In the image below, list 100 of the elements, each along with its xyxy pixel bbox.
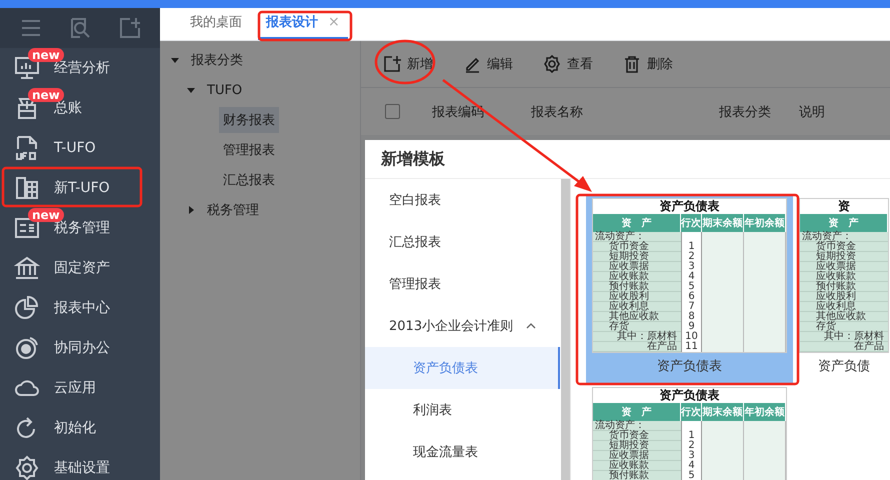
sheet-cell: 流动资产： [800,232,888,242]
template-caption: 资产负债 [818,358,870,376]
sheet-cell: 1 [681,242,702,252]
sidebar-item[interactable]: 固定资产 [0,248,160,288]
toolbar-button[interactable]: 删除 [617,51,679,77]
sheet-cell: 4 [681,461,702,471]
template-card[interactable]: 资产负债表 资 产 行次期末余额 年初余额 流动资产： 货币资金 1 短期投资 2 应收票据 3 应收账款 4 预付账款 5 应收股利 6 应收利息 7 其他应收款 8 存货 9 其中：原材料 10 在产品 11 资产负债表 [586,195,793,384]
orbit-icon [14,335,40,361]
sidebar-item[interactable]: 新T-UFO [0,168,160,208]
sheet-cell [702,232,744,242]
sheet-cell: 存货 [593,322,681,332]
sheet-cell: 预付账款 [800,282,888,292]
add-icon [383,55,401,73]
caret-right-icon[interactable] [187,206,195,214]
sidebar-item[interactable]: T-UFO [0,128,160,168]
sheet-cell [744,421,786,431]
category-item[interactable]: 汇总报表 [365,221,560,263]
sheet-cell: 短期投资 [593,252,681,262]
sidebar-item[interactable]: 初始化 [0,408,160,448]
sidebar-item[interactable]: 云应用 [0,368,160,408]
tree-item[interactable]: 报表分类 [187,47,247,73]
sidebar-item[interactable]: 总账 new [0,88,160,128]
sheet-cell: 货币资金 [593,242,681,252]
delete-icon [623,55,641,73]
sheet-cell: 应收股利 [800,292,888,302]
sheet-title: 资产负债表 [658,388,720,403]
template-card[interactable]: 资产负债表 资 产 行次期末余额 年初余额 流动资产： 货币资金 1 短期投资 2 应收票据 3 应收账款 4 预付账款 5 [586,384,793,480]
sheet-cell: 存货 [800,322,888,332]
bank-icon [14,255,40,281]
category-item[interactable]: 现金流量表 [365,431,560,473]
template-card[interactable]: 资 资 产 流动资产： 货币资金 短期投资 应收票据 应收账款 预付账款 应收股利 应收利息 其他应收款 存货 其中：原材料 在产品 资产负债 [793,195,890,384]
sheet-cell: 应收利息 [800,302,888,312]
add-icon[interactable] [118,17,140,39]
toolbar-button[interactable]: 编辑 [457,51,519,77]
sheet-cell: 应收利息 [593,302,681,312]
scrollbar[interactable] [561,179,570,480]
sheet-cell: 5 [681,282,702,292]
sheet-cell: 其中：原材料 [800,332,888,342]
sheet-cell: 4 [681,272,702,282]
sheet-cell: 5 [681,471,702,480]
sheet-cell [681,421,702,431]
tab[interactable]: 我的桌面 [182,13,250,40]
sheet-cell: 预付账款 [593,471,681,480]
sidebar-item[interactable]: 基础设置 [0,448,160,480]
template-caption: 资产负债表 [657,358,722,376]
sheet-cell: 应收账款 [800,272,888,282]
column-header: 说明 [799,104,826,120]
sheet-cell: 其中：原材料 [593,332,681,342]
sidebar-item[interactable]: 经营分析 new [0,48,160,88]
search-icon[interactable] [68,17,91,39]
sheet-cell [744,232,786,242]
sheet-cell [681,232,702,242]
menu-icon[interactable] [20,18,42,38]
document-icon [14,135,40,161]
sidebar-item[interactable]: 报表中心 [0,288,160,328]
column-header: 报表分类 [719,104,772,120]
new-badge: new [28,48,64,62]
sheet-cell: 应收股利 [593,292,681,302]
category-item[interactable]: 利润表 [365,389,560,431]
sheet-cell: 9 [681,322,702,332]
category-item[interactable]: 管理报表 [365,263,560,305]
tree-item[interactable]: 财务报表 [219,107,279,133]
sheet-cell: 应收票据 [593,262,681,272]
sidebar-item[interactable]: 协同办公 [0,328,160,368]
sheet-cell: 短期投资 [593,441,681,451]
sheet-cell: 6 [681,292,702,302]
sheet-cell [744,342,786,352]
tree-item[interactable]: 税务管理 [203,197,263,223]
sheet-cell: 应收账款 [593,461,681,471]
category-item[interactable]: 空白报表 [365,179,560,221]
tree-item[interactable]: TUFO [203,78,246,102]
settings-icon [543,55,561,73]
dialog-title: 新增模板 [365,140,890,179]
sheet-cell: 其他应收款 [593,312,681,322]
sidebar-item[interactable]: 税务管理 new [0,208,160,248]
new-badge: new [28,88,64,102]
sheet-cell: 预付账款 [593,282,681,292]
select-all-checkbox[interactable] [385,104,400,119]
sheet-cell: 在产品 [593,342,681,352]
sheet-cell: 货币资金 [593,431,681,441]
sheet-cell: 2 [681,252,702,262]
sheet-cell: 流动资产： [593,232,681,242]
sheet-cell: 11 [681,342,702,352]
toolbar-button[interactable]: 新增 [377,51,439,77]
sheet-cell: 3 [681,451,702,461]
sheet-cell [702,471,744,480]
category-item[interactable]: 2013小企业会计准则 [365,305,560,347]
sheet-cell: 应收票据 [593,451,681,461]
caret-down-icon[interactable] [187,86,195,94]
sheet-cell: 应收账款 [593,272,681,282]
pie-chart-icon [14,295,40,321]
building-icon [14,175,40,201]
tree-item[interactable]: 汇总报表 [219,167,279,193]
sheet-cell: 其他应收款 [800,312,888,322]
sheet-cell: 1 [681,431,702,441]
caret-down-icon[interactable] [171,56,179,64]
toolbar-button[interactable]: 查看 [537,51,599,77]
sheet-cell [744,471,786,480]
sheet-cell: 应收票据 [800,262,888,272]
tree-item[interactable]: 管理报表 [219,137,279,163]
